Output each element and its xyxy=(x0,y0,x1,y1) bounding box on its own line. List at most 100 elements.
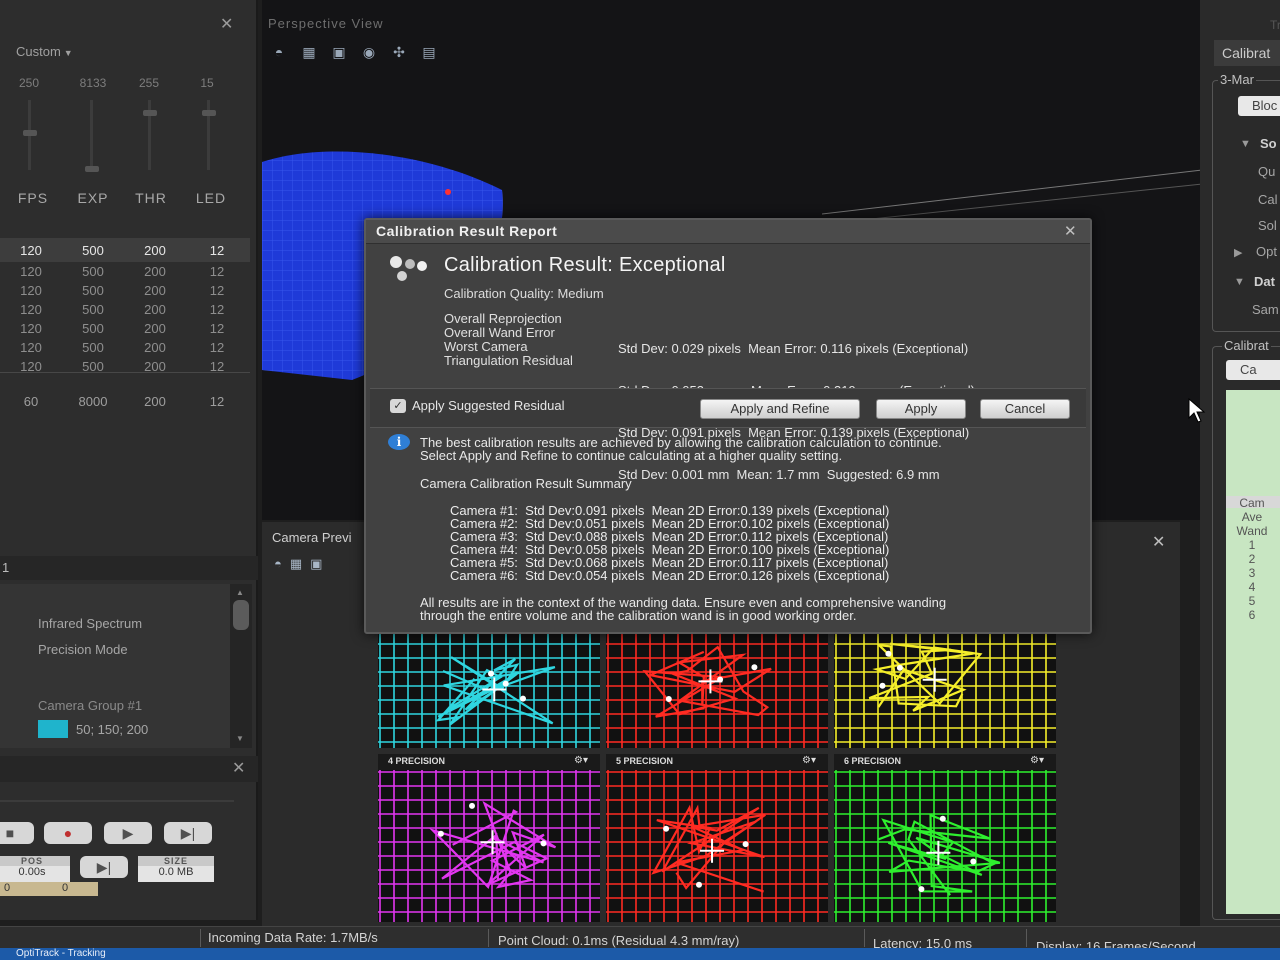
list-item[interactable]: 4 xyxy=(1232,580,1272,594)
list-item[interactable]: 2 xyxy=(1232,552,1272,566)
tab-calibration[interactable]: Calibrat xyxy=(1214,40,1280,66)
color-swatch[interactable] xyxy=(38,720,68,738)
gear-icon[interactable]: ⚙▾ xyxy=(1030,755,1044,766)
slider-knob[interactable] xyxy=(202,110,216,116)
cancel-button[interactable]: Cancel xyxy=(980,399,1070,419)
frame-strip: 0 0 xyxy=(0,882,98,896)
table-row[interactable]: 120 500 200 12 xyxy=(0,338,250,357)
slider-knob[interactable] xyxy=(143,110,157,116)
record-button[interactable]: ● xyxy=(44,822,92,844)
thr-slider-value: 255 xyxy=(138,76,160,90)
gear-icon[interactable]: ⚙▾ xyxy=(802,755,816,766)
thr-slider[interactable] xyxy=(143,100,157,170)
exp-slider[interactable] xyxy=(85,100,99,172)
play-button[interactable]: ▶ xyxy=(104,822,152,844)
metric-value: Std Dev: 0.029 pixels Mean Error: 0.116 … xyxy=(618,341,969,356)
calculate-button[interactable]: Ca xyxy=(1226,360,1280,380)
close-icon[interactable]: ✕ xyxy=(232,758,245,778)
taskbar-app-button[interactable]: OptiTrack - Tracking xyxy=(0,948,1280,960)
properties-scrollbar[interactable]: ▲ ▼ xyxy=(230,584,252,748)
led-slider[interactable] xyxy=(202,100,216,170)
column-header-thr[interactable]: THR xyxy=(126,190,176,206)
sphere-icon[interactable]: ◉ xyxy=(358,44,380,62)
scroll-thumb[interactable] xyxy=(233,600,249,630)
column-header-exp[interactable]: EXP xyxy=(68,190,118,206)
preset-dropdown[interactable]: Custom ▼ xyxy=(16,44,73,59)
table-row[interactable]: 120 500 200 12 xyxy=(0,281,250,300)
camera-view-icon[interactable]: ◓ xyxy=(274,556,282,572)
camera-view-1[interactable] xyxy=(378,628,600,748)
precision-mode-option[interactable]: Precision Mode xyxy=(38,642,128,657)
apply-residual-checkbox[interactable]: ✓ xyxy=(390,399,406,413)
camera-view-5[interactable] xyxy=(606,770,828,922)
stop-button[interactable]: ■ xyxy=(0,822,34,844)
solver-item-solver[interactable]: Sol xyxy=(1258,218,1277,233)
slider-knob[interactable] xyxy=(23,130,37,136)
infrared-spectrum-option[interactable]: Infrared Spectrum xyxy=(38,616,142,631)
fps-slider-value: 250 xyxy=(18,76,40,90)
timeline-slider[interactable] xyxy=(0,800,234,802)
preset-label: Custom xyxy=(16,44,61,59)
scroll-down-icon[interactable]: ▼ xyxy=(236,734,244,743)
collapse-icon[interactable]: ▼ xyxy=(1240,138,1251,150)
skip-end-button[interactable]: ▶| xyxy=(164,822,212,844)
solver-group[interactable]: So xyxy=(1260,136,1277,151)
expand-icon[interactable]: ▶ xyxy=(1234,246,1242,259)
table-row[interactable]: 120 500 200 12 xyxy=(0,238,250,262)
table-row[interactable]: 120 500 200 12 xyxy=(0,357,250,376)
reference-camera-row[interactable]: 60 8000 200 12 xyxy=(0,394,248,409)
camera-4-label: 4 PRECISION xyxy=(388,756,446,766)
camera-view-6[interactable] xyxy=(834,770,1056,922)
table-row[interactable]: 120 500 200 12 xyxy=(0,319,250,338)
list-item[interactable]: 1 xyxy=(1232,538,1272,552)
close-icon[interactable]: ✕ xyxy=(220,14,233,34)
collapse-icon[interactable]: ▼ xyxy=(1234,276,1245,288)
options-group[interactable]: Opt xyxy=(1256,244,1277,259)
list-header-cam: Cam xyxy=(1239,496,1265,510)
column-header-fps[interactable]: FPS xyxy=(8,190,58,206)
cell-thr: 200 xyxy=(144,264,166,279)
apply-and-refine-button[interactable]: Apply and Refine xyxy=(700,399,860,419)
apply-button[interactable]: Apply xyxy=(876,399,966,419)
calibration-quality: Calibration Quality: Medium xyxy=(444,286,604,301)
cell-led: 12 xyxy=(209,321,225,336)
camera-5-header: 5 PRECISION ⚙▾ xyxy=(606,754,828,770)
skeleton-icon[interactable]: ✣ xyxy=(388,44,410,62)
block-button[interactable]: Bloc xyxy=(1238,96,1280,116)
info-message: The best calibration results are achieve… xyxy=(420,436,942,462)
caret-down-icon: ▼ xyxy=(63,48,73,58)
solver-item-calibration[interactable]: Cal xyxy=(1258,192,1278,207)
cell-thr: 200 xyxy=(144,394,166,409)
close-icon[interactable]: ✕ xyxy=(1064,222,1077,240)
step-forward-button[interactable]: ▶| xyxy=(80,856,128,878)
cell-led: 12 xyxy=(209,340,225,355)
list-item[interactable]: 5 xyxy=(1232,594,1272,608)
column-header-led[interactable]: LED xyxy=(186,190,236,206)
list-item[interactable]: 6 xyxy=(1232,608,1272,622)
solver-item-quality[interactable]: Qu xyxy=(1258,164,1275,179)
camera-preview-grid: 4 PRECISION ⚙▾ 5 PRECISION ⚙▾ 6 PRECISION ⚙… xyxy=(378,628,1060,928)
fps-slider[interactable] xyxy=(23,100,37,170)
table-row[interactable]: 120 500 200 12 xyxy=(0,300,250,319)
scroll-up-icon[interactable]: ▲ xyxy=(236,588,244,597)
close-icon[interactable]: ✕ xyxy=(1152,532,1165,552)
optitrack-logo-icon xyxy=(390,256,427,281)
grid-icon[interactable]: ▦ xyxy=(298,44,320,62)
divider xyxy=(488,929,489,947)
frame-icon[interactable]: ▣ xyxy=(328,44,350,62)
data-group[interactable]: Dat xyxy=(1254,274,1275,289)
apply-residual-label[interactable]: Apply Suggested Residual xyxy=(412,398,565,413)
camera-view-4[interactable] xyxy=(378,770,600,922)
dialog-actions: ✓ Apply Suggested Residual Apply and Ref… xyxy=(370,388,1086,428)
gear-icon[interactable]: ⚙▾ xyxy=(574,755,588,766)
frame-icon[interactable]: ▣ xyxy=(310,556,322,572)
camera-view-icon[interactable]: ◓ xyxy=(268,44,290,62)
samples-item[interactable]: Sam xyxy=(1252,302,1279,317)
layout-icon[interactable]: ▤ xyxy=(418,44,440,62)
camera-view-3[interactable] xyxy=(834,628,1056,748)
table-row[interactable]: 120 500 200 12 xyxy=(0,262,250,281)
slider-knob[interactable] xyxy=(85,166,99,172)
camera-view-2[interactable] xyxy=(606,628,828,748)
grid-icon[interactable]: ▦ xyxy=(290,556,302,572)
list-item[interactable]: 3 xyxy=(1232,566,1272,580)
